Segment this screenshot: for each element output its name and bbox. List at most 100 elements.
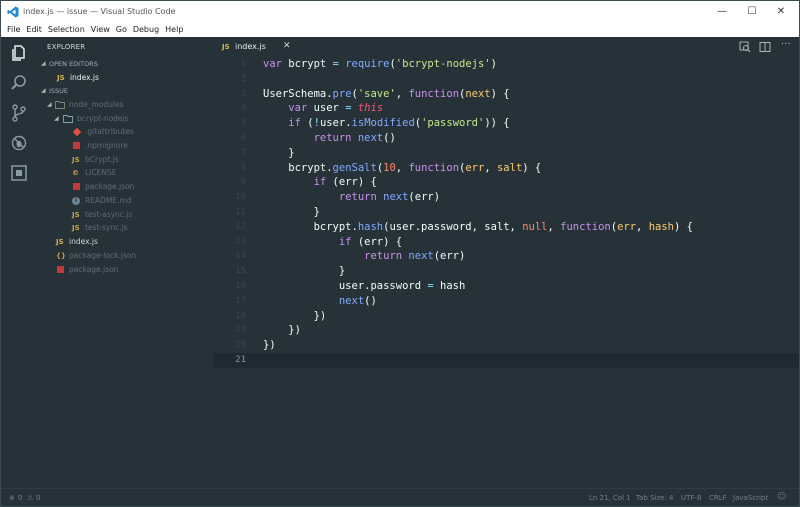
menu-debug[interactable]: Debug — [130, 23, 162, 37]
tree-file[interactable]: JS test-sync.js — [37, 221, 213, 235]
activity-bar — [1, 37, 38, 488]
code-text: }) — [263, 309, 327, 322]
close-tab-icon[interactable]: ✕ — [283, 41, 291, 51]
chevron-down-icon: ◢ — [47, 101, 52, 108]
tree-file[interactable]: .npmignore — [37, 139, 213, 153]
folder-icon — [55, 101, 65, 109]
code-line: 5 if (!user.isModified('password')) { — [213, 116, 799, 131]
javascript-file-icon: JS — [222, 43, 230, 51]
tree-file[interactable]: package.json — [37, 263, 213, 277]
open-editors-header[interactable]: ◢ OPEN EDITORS — [37, 57, 213, 71]
line-number: 16 — [235, 281, 246, 291]
git-file-icon — [73, 128, 81, 136]
extensions-icon[interactable] — [9, 163, 29, 183]
files-icon[interactable] — [9, 43, 29, 63]
code-line: 1 var bcrypt = require('bcrypt-nodejs') — [213, 57, 799, 72]
code-line: 18 }) — [213, 309, 799, 324]
line-number: 15 — [235, 266, 246, 277]
menu-help[interactable]: Help — [162, 23, 186, 37]
npm-file-icon — [57, 266, 64, 273]
info-file-icon: i — [72, 197, 80, 205]
warnings-icon[interactable]: ⚠ — [27, 494, 33, 502]
line-number: 12 — [235, 221, 246, 232]
tab-index-js[interactable]: JS index.js ✕ — [213, 37, 299, 57]
code-line: 8 bcrypt.genSalt(10, function(err, salt)… — [213, 161, 799, 176]
code-line: 15 } — [213, 264, 799, 279]
cursor-position[interactable]: Ln 21, Col 1 — [589, 494, 631, 502]
javascript-file-icon: JS — [56, 238, 64, 246]
line-number: 4 — [240, 103, 246, 114]
code-text: return next(err) — [364, 250, 466, 263]
explorer-title: EXPLORER — [47, 43, 86, 51]
window-title: index.js — issue — Visual Studio Code — [23, 7, 176, 16]
split-editor-icon[interactable] — [759, 41, 771, 53]
errors-icon[interactable]: ⊗ — [9, 494, 15, 502]
more-actions-icon[interactable]: ··· — [781, 39, 793, 51]
current-code-line: 21 — [213, 353, 799, 368]
code-text: if (err) { — [313, 176, 377, 189]
open-editor-item[interactable]: JS index.js — [37, 71, 213, 85]
warnings-count[interactable]: 0 — [36, 494, 40, 502]
menu-file[interactable]: File — [1, 23, 23, 37]
tree-file[interactable]: .gitattributes — [37, 125, 213, 139]
tree-file[interactable]: JS index.js — [37, 235, 213, 249]
maximize-button[interactable]: ☐ — [744, 5, 760, 19]
code-text: next() — [338, 294, 377, 307]
line-number: 21 — [235, 355, 246, 365]
code-line: 11 } — [213, 205, 799, 220]
code-text: var user = this — [288, 102, 384, 115]
menu-bar: File Edit Selection View Go Debug Help — [1, 23, 799, 37]
line-number: 11 — [235, 207, 246, 217]
javascript-file-icon: JS — [72, 224, 80, 232]
close-window-button[interactable]: ✕ — [773, 5, 789, 19]
tree-file[interactable]: JS bCrypt.js — [37, 153, 213, 167]
explorer-sidebar: EXPLORER ◢ OPEN EDITORS JS index.js ◢ IS… — [37, 37, 213, 488]
chevron-down-icon: ◢ — [54, 115, 59, 122]
errors-count[interactable]: 0 — [18, 494, 22, 502]
language-mode[interactable]: JavaScript — [733, 494, 768, 502]
code-line: 10 return next(err) — [213, 190, 799, 205]
tree-file[interactable]: {} package-lock.json — [37, 249, 213, 263]
chevron-down-icon: ◢ — [41, 60, 46, 67]
open-changes-icon[interactable] — [739, 41, 751, 53]
smiley-feedback-icon[interactable]: ☺ — [777, 492, 786, 502]
code-text: bcrypt.hash(user.password, salt, null, f… — [263, 220, 693, 233]
tree-file[interactable]: © LICENSE — [37, 166, 213, 180]
line-number: 3 — [240, 88, 246, 99]
npm-file-icon — [73, 183, 80, 190]
javascript-file-icon: JS — [57, 74, 65, 82]
code-line: 17 next() — [213, 294, 799, 309]
code-line: 2 — [213, 72, 799, 87]
tree-file[interactable]: i README.md — [37, 194, 213, 208]
line-number: 10 — [235, 192, 246, 203]
source-control-icon[interactable] — [9, 103, 29, 123]
code-text: if (err) { — [338, 235, 403, 248]
tree-folder[interactable]: ◢ bcrypt-nodejs — [37, 112, 213, 126]
code-text: } — [263, 206, 320, 218]
search-icon[interactable] — [9, 73, 29, 93]
tree-file[interactable]: package.json — [37, 180, 213, 194]
code-text: } — [263, 265, 346, 278]
code-line: 16 user.password = hash — [213, 279, 799, 294]
json-file-icon: {} — [56, 252, 66, 260]
tab-bar: JS index.js ✕ ··· — [213, 37, 799, 57]
menu-go[interactable]: Go — [113, 23, 130, 37]
menu-edit[interactable]: Edit — [23, 23, 45, 37]
line-number: 18 — [235, 310, 246, 321]
menu-view[interactable]: View — [88, 23, 113, 37]
minimize-button[interactable]: — — [714, 5, 730, 19]
folder-header[interactable]: ◢ ISSUE — [37, 84, 213, 98]
code-line: 12 bcrypt.hash(user.password, salt, null… — [213, 220, 799, 235]
debug-icon[interactable] — [9, 133, 29, 153]
tree-file[interactable]: JS test-async.js — [37, 208, 213, 222]
code-line: 20 }) — [213, 338, 799, 353]
tab-size[interactable]: Tab Size: 4 — [636, 494, 673, 502]
editor-area: JS index.js ✕ ··· 1 var bcrypt = require… — [213, 37, 799, 488]
encoding[interactable]: UTF-8 — [681, 494, 701, 502]
line-ending[interactable]: CRLF — [709, 494, 727, 502]
status-bar: ⊗ 0 ⚠ 0 Ln 21, Col 1 Tab Size: 4 UTF-8 C… — [1, 488, 799, 506]
javascript-file-icon: JS — [72, 156, 80, 164]
menu-selection[interactable]: Selection — [45, 23, 88, 37]
tree-folder[interactable]: ◢ node_modules — [37, 98, 213, 112]
line-number: 20 — [235, 340, 246, 351]
